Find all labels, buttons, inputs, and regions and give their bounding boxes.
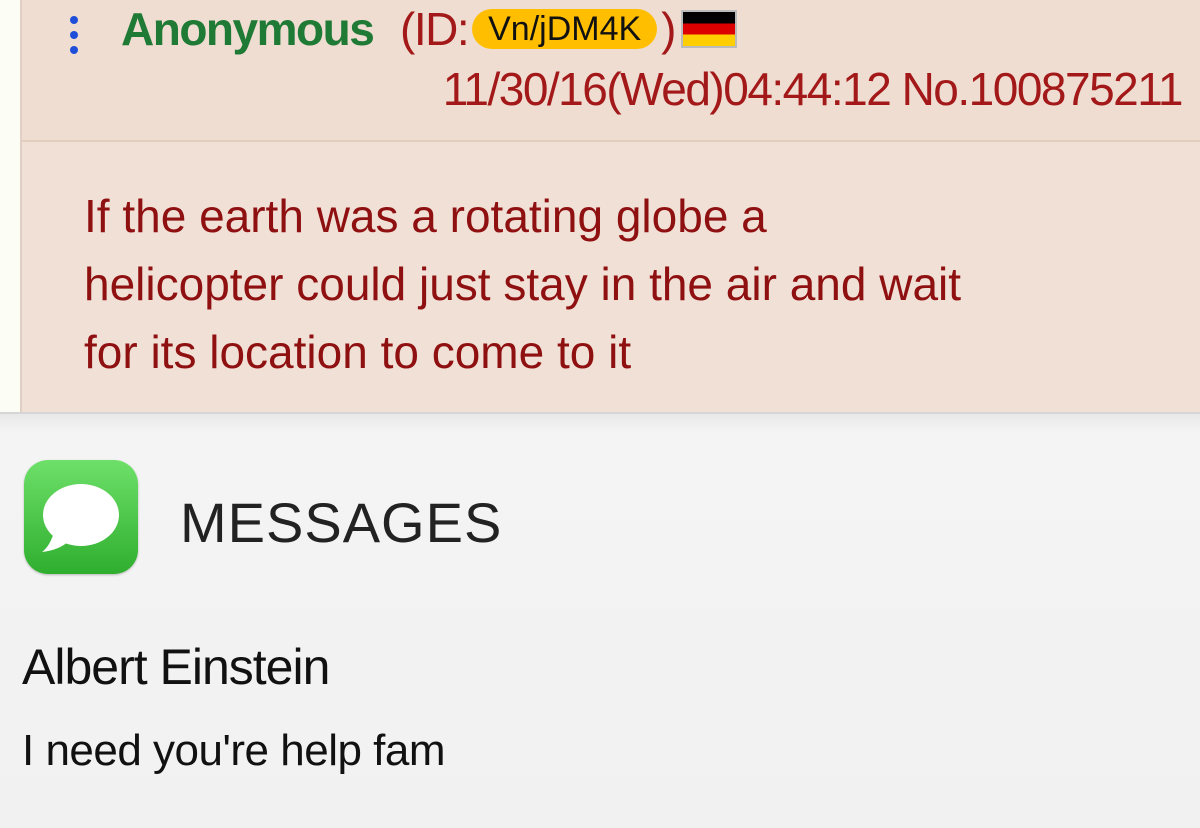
messages-app-icon — [24, 460, 138, 574]
post-header: Anonymous (ID: Vn/jDM4K ) 11/30/16(Wed)0… — [22, 0, 1200, 142]
message-notification[interactable]: MESSAGES Albert Einstein I need you're h… — [0, 412, 1200, 828]
imageboard-post: Anonymous (ID: Vn/jDM4K ) 11/30/16(Wed)0… — [20, 0, 1200, 412]
post-body-line: If the earth was a rotating globe a — [84, 190, 767, 242]
post-body-line: for its location to come to it — [84, 326, 632, 378]
poster-name: Anonymous — [121, 3, 375, 55]
imageboard-post-container: Anonymous (ID: Vn/jDM4K ) 11/30/16(Wed)0… — [0, 0, 1200, 412]
poster-id-prefix: (ID: — [400, 3, 470, 55]
post-body-line: helicopter could just stay in the air an… — [84, 258, 962, 310]
post-menu-icon[interactable] — [68, 10, 80, 60]
notification-app-name: MESSAGES — [180, 491, 503, 554]
notification-sender: Albert Einstein — [22, 639, 330, 695]
poster-id-badge[interactable]: Vn/jDM4K — [472, 9, 658, 49]
post-datetime: 11/30/16(Wed)04:44:12 — [442, 63, 892, 115]
poster-id: (ID: Vn/jDM4K ) — [400, 2, 737, 56]
poster-id-suffix: ) — [661, 3, 676, 55]
notification-message: I need you're help fam — [22, 726, 446, 775]
germany-flag-icon — [681, 10, 737, 48]
post-date-line: 11/30/16(Wed)04:44:12 No.100875211 — [442, 62, 1184, 116]
post-number[interactable]: No.100875211 — [902, 63, 1184, 115]
post-body: If the earth was a rotating globe a heli… — [84, 182, 1194, 386]
